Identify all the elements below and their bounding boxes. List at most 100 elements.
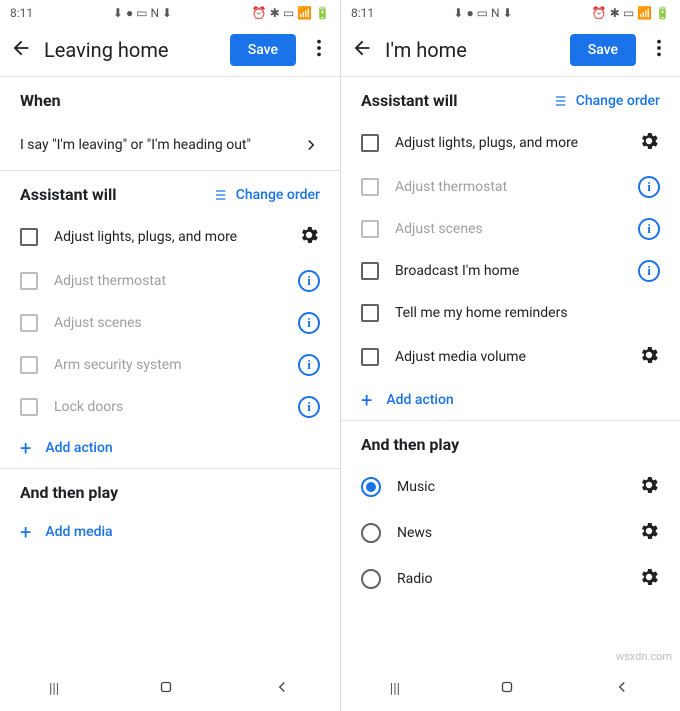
save-button[interactable]: Save bbox=[570, 34, 636, 66]
assistant-title: Assistant will bbox=[20, 185, 116, 204]
item-label: Adjust scenes bbox=[395, 221, 638, 237]
nav-recent[interactable]: ||| bbox=[390, 681, 400, 697]
add-media-button[interactable]: + Add media bbox=[0, 512, 340, 552]
when-title: When bbox=[20, 91, 61, 110]
assistant-item[interactable]: Adjust media volume bbox=[341, 334, 680, 380]
assistant-item[interactable]: Lock doorsi bbox=[0, 386, 340, 428]
add-action-label: Add action bbox=[386, 392, 453, 408]
play-header-row: And then play bbox=[341, 421, 680, 464]
info-icon[interactable]: i bbox=[298, 396, 320, 418]
assistant-item[interactable]: Adjust lights, plugs, and more bbox=[0, 214, 340, 260]
gear-icon[interactable] bbox=[638, 130, 660, 156]
back-button[interactable] bbox=[10, 37, 32, 63]
reorder-icon bbox=[214, 187, 230, 203]
checkbox[interactable] bbox=[361, 220, 379, 238]
info-icon[interactable]: i bbox=[298, 354, 320, 376]
info-icon[interactable]: i bbox=[298, 312, 320, 334]
assistant-item[interactable]: Tell me my home reminders bbox=[341, 292, 680, 334]
add-action-button[interactable]: + Add action bbox=[0, 428, 340, 468]
plus-icon: + bbox=[361, 393, 372, 407]
save-button[interactable]: Save bbox=[230, 34, 296, 66]
more-button[interactable] bbox=[308, 37, 330, 63]
status-time: 8:11 bbox=[351, 6, 374, 20]
assistant-item[interactable]: Adjust thermostati bbox=[341, 166, 680, 208]
play-label: News bbox=[397, 525, 638, 541]
play-header-row: And then play bbox=[0, 469, 340, 512]
add-media-label: Add media bbox=[45, 524, 112, 540]
status-icons-right: ⏰ ✱ ▭ 📶 🔋 bbox=[252, 6, 330, 20]
status-icons-right: ⏰ ✱ ▭ 📶 🔋 bbox=[592, 6, 670, 20]
assistant-title: Assistant will bbox=[361, 91, 457, 110]
radio[interactable] bbox=[361, 477, 381, 497]
add-action-button[interactable]: + Add action bbox=[341, 380, 680, 420]
checkbox[interactable] bbox=[361, 348, 379, 366]
assistant-item[interactable]: Adjust thermostati bbox=[0, 260, 340, 302]
radio[interactable] bbox=[361, 523, 381, 543]
gear-icon[interactable] bbox=[638, 344, 660, 370]
trigger-text: I say "I'm leaving" or "I'm heading out" bbox=[20, 137, 251, 153]
change-order-button[interactable]: Change order bbox=[214, 187, 320, 203]
play-label: Music bbox=[397, 479, 638, 495]
play-item[interactable]: Radio bbox=[341, 556, 680, 602]
item-label: Adjust thermostat bbox=[54, 273, 298, 289]
trigger-row[interactable]: I say "I'm leaving" or "I'm heading out" bbox=[0, 120, 340, 170]
checkbox[interactable] bbox=[20, 398, 38, 416]
checkbox[interactable] bbox=[361, 134, 379, 152]
info-icon[interactable]: i bbox=[638, 260, 660, 282]
play-item[interactable]: News bbox=[341, 510, 680, 556]
status-icons-left: ⬇ ● ▭ N ⬇ bbox=[453, 6, 512, 20]
play-title: And then play bbox=[20, 483, 118, 502]
item-label: Lock doors bbox=[54, 399, 298, 415]
gear-icon[interactable] bbox=[638, 520, 660, 546]
play-item[interactable]: Music bbox=[341, 464, 680, 510]
change-order-button[interactable]: Change order bbox=[554, 93, 660, 109]
status-icons-left: ⬇ ● ▭ N ⬇ bbox=[113, 6, 172, 20]
nav-back[interactable] bbox=[273, 678, 291, 700]
nav-back[interactable] bbox=[613, 678, 631, 700]
nav-bar: ||| bbox=[341, 667, 680, 711]
assistant-item[interactable]: Adjust scenesi bbox=[0, 302, 340, 344]
status-bar: 8:11 ⬇ ● ▭ N ⬇ ⏰ ✱ ▭ 📶 🔋 bbox=[0, 0, 340, 26]
nav-bar: ||| bbox=[0, 667, 340, 711]
nav-home[interactable] bbox=[157, 678, 175, 700]
item-label: Broadcast I'm home bbox=[395, 263, 638, 279]
item-label: Arm security system bbox=[54, 357, 298, 373]
info-icon[interactable]: i bbox=[638, 218, 660, 240]
app-bar: I'm home Save bbox=[341, 26, 680, 76]
page-title: Leaving home bbox=[44, 38, 218, 62]
checkbox[interactable] bbox=[361, 262, 379, 280]
checkbox[interactable] bbox=[20, 228, 38, 246]
assistant-item[interactable]: Adjust lights, plugs, and more bbox=[341, 120, 680, 166]
checkbox[interactable] bbox=[20, 356, 38, 374]
add-action-label: Add action bbox=[45, 440, 112, 456]
info-icon[interactable]: i bbox=[298, 270, 320, 292]
assistant-header-row: Assistant will Change order bbox=[341, 77, 680, 120]
back-button[interactable] bbox=[351, 37, 373, 63]
assistant-item[interactable]: Arm security systemi bbox=[0, 344, 340, 386]
plus-icon: + bbox=[20, 441, 31, 455]
reorder-icon bbox=[554, 93, 570, 109]
assistant-item[interactable]: Broadcast I'm homei bbox=[341, 250, 680, 292]
checkbox[interactable] bbox=[20, 314, 38, 332]
checkbox[interactable] bbox=[361, 178, 379, 196]
info-icon[interactable]: i bbox=[638, 176, 660, 198]
content-scroll[interactable]: When I say "I'm leaving" or "I'm heading… bbox=[0, 77, 340, 667]
gear-icon[interactable] bbox=[638, 474, 660, 500]
radio[interactable] bbox=[361, 569, 381, 589]
nav-home[interactable] bbox=[498, 678, 516, 700]
content-scroll[interactable]: Assistant will Change order Adjust light… bbox=[341, 77, 680, 667]
nav-recent[interactable]: ||| bbox=[49, 681, 59, 697]
assistant-header-row: Assistant will Change order bbox=[0, 171, 340, 214]
more-button[interactable] bbox=[648, 37, 670, 63]
item-label: Tell me my home reminders bbox=[395, 305, 660, 321]
gear-icon[interactable] bbox=[298, 224, 320, 250]
app-bar: Leaving home Save bbox=[0, 26, 340, 76]
checkbox[interactable] bbox=[361, 304, 379, 322]
chevron-right-icon bbox=[302, 136, 320, 154]
item-label: Adjust thermostat bbox=[395, 179, 638, 195]
checkbox[interactable] bbox=[20, 272, 38, 290]
item-label: Adjust scenes bbox=[54, 315, 298, 331]
gear-icon[interactable] bbox=[638, 566, 660, 592]
assistant-item[interactable]: Adjust scenesi bbox=[341, 208, 680, 250]
status-bar: 8:11 ⬇ ● ▭ N ⬇ ⏰ ✱ ▭ 📶 🔋 bbox=[341, 0, 680, 26]
